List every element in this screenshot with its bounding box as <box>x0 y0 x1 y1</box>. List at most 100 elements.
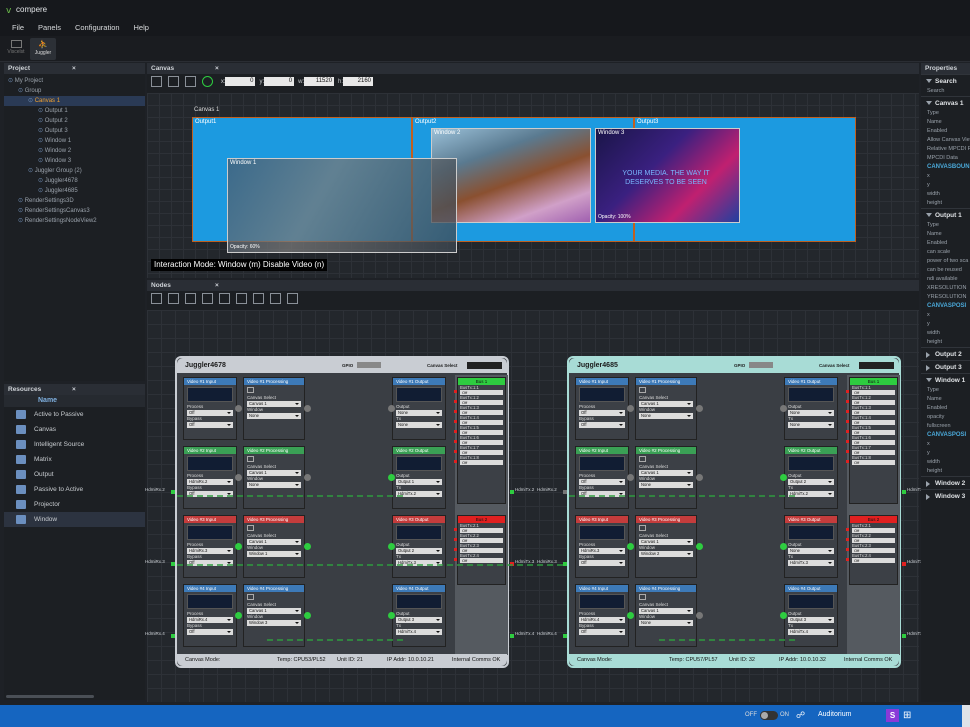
search-label[interactable]: Search <box>921 87 970 96</box>
video-input-block[interactable]: Video #3 Input Process HdmiRx.3 Bypass Off <box>575 515 629 578</box>
video-input-block[interactable]: Video #4 Input Process HdmiRx.4 Bypass Off <box>183 584 237 647</box>
video-processing-block[interactable]: Video #1 Processing Canvas Select Canvas 1… <box>243 377 305 440</box>
tx-select[interactable]: HdmiTx.3 <box>396 560 442 566</box>
resource-item[interactable]: Window <box>4 512 145 527</box>
video-input-block[interactable]: Video #1 Input Process Off Bypass Off <box>575 377 629 440</box>
tree-node-icon[interactable]: ⊙ <box>38 188 45 194</box>
bus-row-port[interactable] <box>454 430 457 433</box>
resources-scrollbar[interactable] <box>6 695 94 698</box>
output-port[interactable] <box>780 612 787 619</box>
tree-node-icon[interactable]: ⊙ <box>8 78 15 84</box>
bus-row-port[interactable] <box>454 390 457 393</box>
canvas-x-field[interactable]: 0 <box>225 77 256 86</box>
fit-icon[interactable] <box>151 76 162 87</box>
tree-node-icon[interactable]: ⊙ <box>38 108 45 114</box>
juggler-node[interactable]: Juggler4678 GPIO Canvas Select Video #1 Inp… <box>175 356 509 668</box>
video-output-block[interactable]: Video #2 Output Output Output 2 Tx HdmiTx.2 <box>784 446 838 509</box>
window1[interactable]: Window 1 Opacity: 60% <box>227 158 457 253</box>
bus-2-block[interactable]: Bus 2 BusTx:2:1 Off BusTx:2:2 Off BusTx:2:3 Of… <box>846 515 898 585</box>
output-port[interactable] <box>388 543 395 550</box>
connect-icon[interactable] <box>184 293 196 304</box>
tx-select[interactable]: None <box>396 422 442 428</box>
tree-layout-icon[interactable] <box>286 293 298 304</box>
output-port[interactable] <box>780 543 787 550</box>
align-center-icon[interactable] <box>235 293 247 304</box>
canvas-select-dropdown[interactable] <box>467 362 502 369</box>
bus-row-port[interactable] <box>846 538 849 541</box>
tree-node-icon[interactable]: ⊙ <box>28 168 35 174</box>
tree-node-icon[interactable]: ⊙ <box>18 208 25 214</box>
canvas-select[interactable]: Canvas 1 <box>247 401 301 407</box>
canvas-select[interactable]: Canvas 1 <box>247 470 301 476</box>
bus-row-port[interactable] <box>846 558 849 561</box>
output-select[interactable]: Output 1 <box>396 479 442 485</box>
tree-node-icon[interactable]: ⊙ <box>38 158 45 164</box>
move-icon[interactable] <box>167 76 179 87</box>
bus-row-port[interactable] <box>454 538 457 541</box>
tree-item[interactable]: ⊙ RenderSettings3D <box>4 196 145 206</box>
canvas-w-field[interactable]: 11520 <box>304 77 335 86</box>
close-icon[interactable]: × <box>72 63 76 74</box>
hdmi-tx-port[interactable] <box>902 490 906 494</box>
window-select[interactable]: None <box>639 482 693 488</box>
resources-column-header[interactable]: Name <box>4 395 145 407</box>
menu-configuration[interactable]: Configuration <box>75 20 120 36</box>
tree-item[interactable]: ⊙ Window 1 <box>4 136 145 146</box>
power-toggle[interactable] <box>760 711 778 720</box>
output-select[interactable]: Output 2 <box>788 479 834 485</box>
bus-1-block[interactable]: Bus 1 BusTx:1:1 Off BusTx:1:2 Off BusTx:1:3 Of… <box>454 377 506 504</box>
output-select[interactable]: Output 3 <box>396 617 442 623</box>
tree-node-icon[interactable]: ⊙ <box>18 198 25 204</box>
hdmi-rx-port[interactable] <box>171 490 175 494</box>
output-select[interactable]: None <box>396 410 442 416</box>
video-processing-block[interactable]: Video #4 Processing Canvas Select Canvas 1… <box>243 584 305 647</box>
output-select[interactable]: Output 3 <box>788 617 834 623</box>
canvas-h-field[interactable]: 2160 <box>343 77 374 86</box>
juggler-button[interactable]: ⛹ Juggler <box>30 38 56 60</box>
process-select[interactable]: Off <box>187 410 233 416</box>
tx-select[interactable]: HdmiTx.2 <box>396 491 442 497</box>
video-processing-block[interactable]: Video #4 Processing Canvas Select Canvas 1… <box>635 584 697 647</box>
tree-item[interactable]: ⊙ Output 3 <box>4 126 145 136</box>
canvas-select[interactable]: Canvas 1 <box>247 608 301 614</box>
tree-node-icon[interactable]: ⊙ <box>38 148 45 154</box>
bus-2-block[interactable]: Bus 2 BusTx:2:1 Off BusTx:2:2 Off BusTx:2:3 Of… <box>454 515 506 585</box>
canvas-select[interactable]: Canvas 1 <box>639 470 693 476</box>
canvas-select[interactable]: Canvas 1 <box>639 401 693 407</box>
input-port[interactable] <box>627 474 634 481</box>
color-wheel-icon[interactable] <box>167 293 179 304</box>
bus-row-port[interactable] <box>454 548 457 551</box>
resource-item[interactable]: Matrix <box>4 452 145 467</box>
processing-port[interactable] <box>696 405 703 412</box>
tree-node-icon[interactable]: ⊙ <box>38 138 45 144</box>
window-select[interactable]: None <box>639 620 693 626</box>
window-select[interactable]: None <box>247 413 301 419</box>
process-select[interactable]: Off <box>579 479 625 485</box>
tree-item[interactable]: ⊙ My Project <box>4 76 145 86</box>
processing-port[interactable] <box>304 405 311 412</box>
processing-port[interactable] <box>696 543 703 550</box>
hdmi-tx-port[interactable] <box>510 634 514 638</box>
search-section-header[interactable]: Search <box>921 74 970 87</box>
tree-node-icon[interactable]: ⊙ <box>38 128 45 134</box>
hdmi-rx-port[interactable] <box>171 634 175 638</box>
tree-node-icon[interactable]: ⊙ <box>18 88 25 94</box>
tree-item[interactable]: ⊙ Output 1 <box>4 106 145 116</box>
target-icon[interactable] <box>201 76 213 87</box>
juggler-node[interactable]: Juggler4685 GPIO Canvas Select Video #1 Inp… <box>567 356 901 668</box>
video-output-block[interactable]: Video #4 Output Output Output 3 Tx HdmiTx.4 <box>784 584 838 647</box>
bypass-select[interactable]: Off <box>187 422 233 428</box>
video-input-block[interactable]: Video #4 Input Process HdmiRx.4 Bypass Off <box>575 584 629 647</box>
process-select[interactable]: HdmiRx.3 <box>579 548 625 554</box>
grid-icon[interactable] <box>201 293 213 304</box>
tree-item[interactable]: ⊙ Group <box>4 86 145 96</box>
layout-icon[interactable] <box>269 293 281 304</box>
resource-item[interactable]: Projector <box>4 497 145 512</box>
video-processing-block[interactable]: Video #3 Processing Canvas Select Canvas 1… <box>243 515 305 578</box>
resource-item[interactable]: Active to Passive <box>4 407 145 422</box>
tree-node-icon[interactable]: ⊙ <box>38 118 45 124</box>
process-select[interactable]: HdmiRx.3 <box>187 548 233 554</box>
tree-node-icon[interactable]: ⊙ <box>38 178 45 184</box>
bypass-select[interactable]: Off <box>187 629 233 635</box>
video-output-block[interactable]: Video #4 Output Output Output 3 Tx HdmiTx.4 <box>392 584 446 647</box>
